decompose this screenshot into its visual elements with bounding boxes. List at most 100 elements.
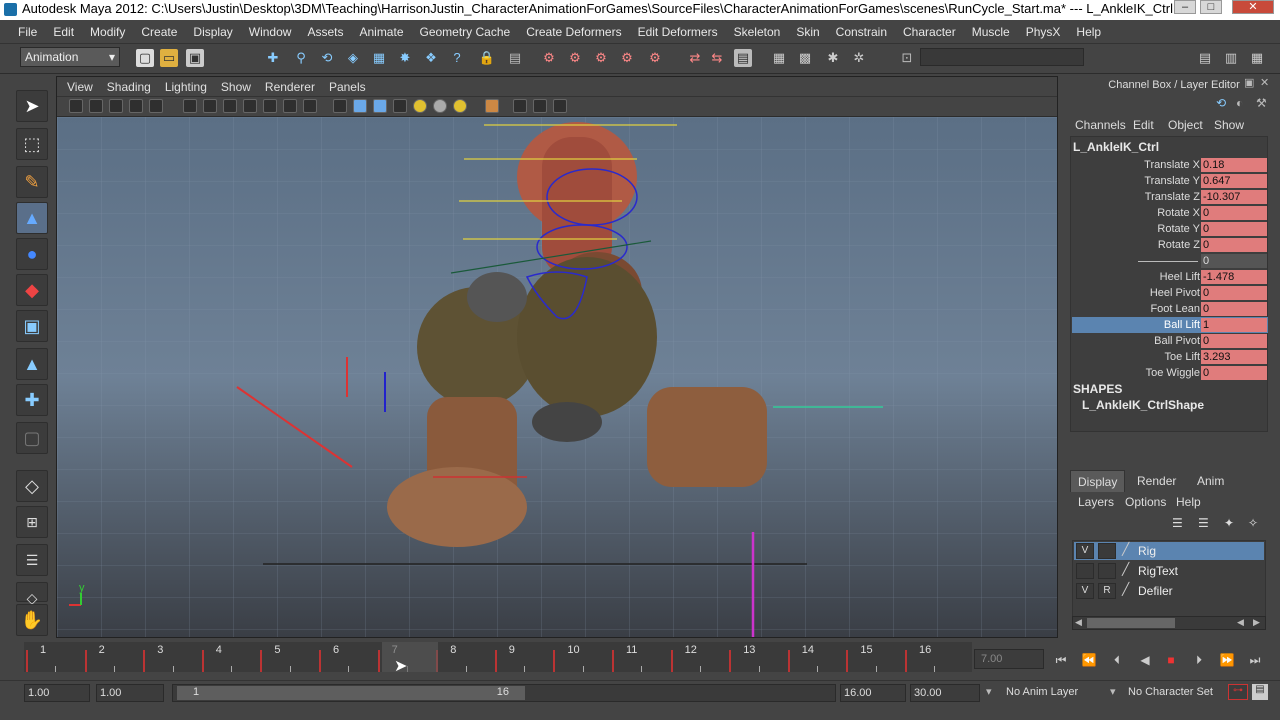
camera-attributes-icon[interactable]: [89, 99, 103, 113]
attr-value[interactable]: 1: [1201, 318, 1267, 332]
lasso-tool-icon[interactable]: ⬚: [16, 128, 48, 160]
move-tool-icon[interactable]: ▲: [16, 202, 48, 234]
scene-view[interactable]: y: [57, 117, 1057, 637]
vp-menu-view[interactable]: View: [57, 77, 100, 97]
attr-value[interactable]: 3.293: [1201, 350, 1267, 364]
attr-rotate-z[interactable]: Rotate Z0: [1072, 237, 1268, 253]
layer-row-rig[interactable]: V ╱ Rig: [1074, 542, 1264, 560]
menu-create[interactable]: Create: [133, 20, 185, 44]
cb-menu-object[interactable]: Object: [1168, 118, 1203, 132]
step-forward-key-icon[interactable]: ⏵: [1190, 652, 1208, 668]
clipboard-icon[interactable]: ▤: [734, 49, 752, 67]
menu-physx[interactable]: PhysX: [1018, 20, 1069, 44]
character-set-dropdown[interactable]: No Character Set: [1128, 686, 1213, 698]
attribute-editor-icon[interactable]: ▤: [1196, 49, 1214, 67]
go-to-start-icon[interactable]: ⏮: [1052, 652, 1070, 668]
time-slider[interactable]: 12345678910111213141516 ➤: [24, 642, 972, 675]
vp-menu-show[interactable]: Show: [214, 77, 258, 97]
move-layer-down-icon[interactable]: ☰: [1198, 516, 1209, 530]
attr-rotate-x[interactable]: Rotate X0: [1072, 205, 1268, 221]
select-tool-icon[interactable]: ➤: [16, 90, 48, 122]
move-layer-up-icon[interactable]: ☰: [1172, 516, 1183, 530]
render-settings-icon[interactable]: ⚙: [618, 49, 636, 67]
layer-color-icon[interactable]: ╱: [1122, 562, 1129, 576]
attr-toe-wiggle[interactable]: Toe Wiggle 0: [1072, 365, 1268, 381]
menu-modify[interactable]: Modify: [82, 20, 133, 44]
menu-animate[interactable]: Animate: [351, 20, 411, 44]
minimize-button[interactable]: –: [1174, 0, 1196, 14]
film-gate-icon[interactable]: [203, 99, 217, 113]
input-line-field[interactable]: [920, 48, 1084, 66]
layer-reference-toggle[interactable]: [1098, 543, 1116, 559]
safe-title-icon[interactable]: [303, 99, 317, 113]
attr-value[interactable]: 0: [1201, 206, 1267, 220]
menu-set-dropdown[interactable]: Animation ▾: [20, 47, 120, 67]
clapper-icon[interactable]: ▩: [796, 49, 814, 67]
current-frame-field[interactable]: 7.00: [974, 649, 1044, 669]
wireframe-on-shaded-icon[interactable]: [373, 99, 387, 113]
layer-visibility-toggle[interactable]: V: [1076, 543, 1094, 559]
batch-render-icon[interactable]: ✲: [850, 49, 868, 67]
tab-anim[interactable]: Anim: [1190, 470, 1231, 492]
layer-reference-toggle[interactable]: R: [1098, 583, 1116, 599]
menu-help[interactable]: Help: [1068, 20, 1109, 44]
tool-settings-icon[interactable]: ▥: [1222, 49, 1240, 67]
new-layer-selected-icon[interactable]: ✧: [1248, 516, 1258, 530]
history-icon[interactable]: ⚙: [540, 49, 558, 67]
attr-value[interactable]: 0: [1201, 302, 1267, 316]
selection-mask-icon[interactable]: ▤: [506, 49, 524, 67]
attr-ball-lift[interactable]: Ball Lift 1: [1072, 317, 1268, 333]
step-back-frame-icon[interactable]: ⏪: [1080, 652, 1098, 668]
menu-edit[interactable]: Edit: [45, 20, 82, 44]
vp-menu-lighting[interactable]: Lighting: [158, 77, 214, 97]
bookmark-icon[interactable]: [109, 99, 123, 113]
input-line-icon[interactable]: ⇄: [686, 49, 704, 67]
playback-end-field[interactable]: 16.00: [840, 684, 906, 702]
attr-value[interactable]: 0.647: [1201, 174, 1267, 188]
attr-value[interactable]: 0: [1201, 238, 1267, 252]
menu-create-deformers[interactable]: Create Deformers: [518, 20, 629, 44]
attribute-editor-toggle-icon[interactable]: ◐: [1236, 96, 1243, 110]
menu-muscle[interactable]: Muscle: [964, 20, 1018, 44]
help-icon[interactable]: ?: [448, 49, 466, 67]
layers-menu-options[interactable]: Options: [1125, 495, 1166, 509]
quick-select-icon[interactable]: ⊡: [898, 49, 916, 67]
shadows-icon[interactable]: [433, 99, 447, 113]
range-slider-track[interactable]: 1 16: [172, 684, 836, 702]
vp-menu-panels[interactable]: Panels: [322, 77, 373, 97]
gate-mask-icon[interactable]: [243, 99, 257, 113]
smooth-shade-icon[interactable]: [353, 99, 367, 113]
isolate-select-icon[interactable]: [485, 99, 499, 113]
cb-menu-edit[interactable]: Edit: [1133, 118, 1154, 132]
ipr-render-icon[interactable]: ⚙: [592, 49, 610, 67]
last-tool-icon[interactable]: ▢: [16, 422, 48, 454]
attr-value[interactable]: -1.478: [1201, 270, 1267, 284]
layer-row-rigtext[interactable]: ╱ RigText: [1074, 562, 1264, 580]
graph-layout-icon[interactable]: ◇: [16, 582, 48, 606]
paint-select-tool-icon[interactable]: ✎: [16, 166, 48, 198]
attr-heel-lift[interactable]: Heel Lift -1.478: [1072, 269, 1268, 285]
wireframe-icon[interactable]: [333, 99, 347, 113]
current-time-indicator[interactable]: [382, 642, 438, 672]
high-quality-icon[interactable]: [453, 99, 467, 113]
rotate-tool-icon[interactable]: ●: [16, 238, 48, 270]
layer-visibility-toggle[interactable]: [1076, 563, 1094, 579]
save-scene-icon[interactable]: ▣: [186, 49, 204, 67]
menu-file[interactable]: File: [0, 20, 45, 44]
layer-visibility-toggle[interactable]: V: [1076, 583, 1094, 599]
menu-constrain[interactable]: Constrain: [828, 20, 895, 44]
shape-node-name[interactable]: L_AnkleIK_CtrlShape: [1082, 398, 1204, 412]
auto-key-icon[interactable]: ⊶: [1228, 684, 1248, 700]
resolution-gate-icon[interactable]: [223, 99, 237, 113]
snap-curve-icon[interactable]: ✸: [396, 49, 414, 67]
layer-name[interactable]: Rig: [1138, 542, 1156, 560]
layer-horizontal-scrollbar[interactable]: ◀ ◀ ▶: [1072, 616, 1266, 630]
four-view-layout-icon[interactable]: ⊞: [16, 506, 48, 538]
chevron-down-icon[interactable]: ▾: [1110, 685, 1116, 698]
layer-color-icon[interactable]: ╱: [1122, 542, 1129, 556]
render-view-icon[interactable]: ▦: [770, 49, 788, 67]
attr-ball-pivot[interactable]: Ball Pivot 0: [1072, 333, 1268, 349]
channel-box-icon[interactable]: ▦: [1248, 49, 1266, 67]
channel-box-toggle-icon[interactable]: ⟲: [1216, 96, 1226, 110]
use-all-lights-icon[interactable]: [413, 99, 427, 113]
